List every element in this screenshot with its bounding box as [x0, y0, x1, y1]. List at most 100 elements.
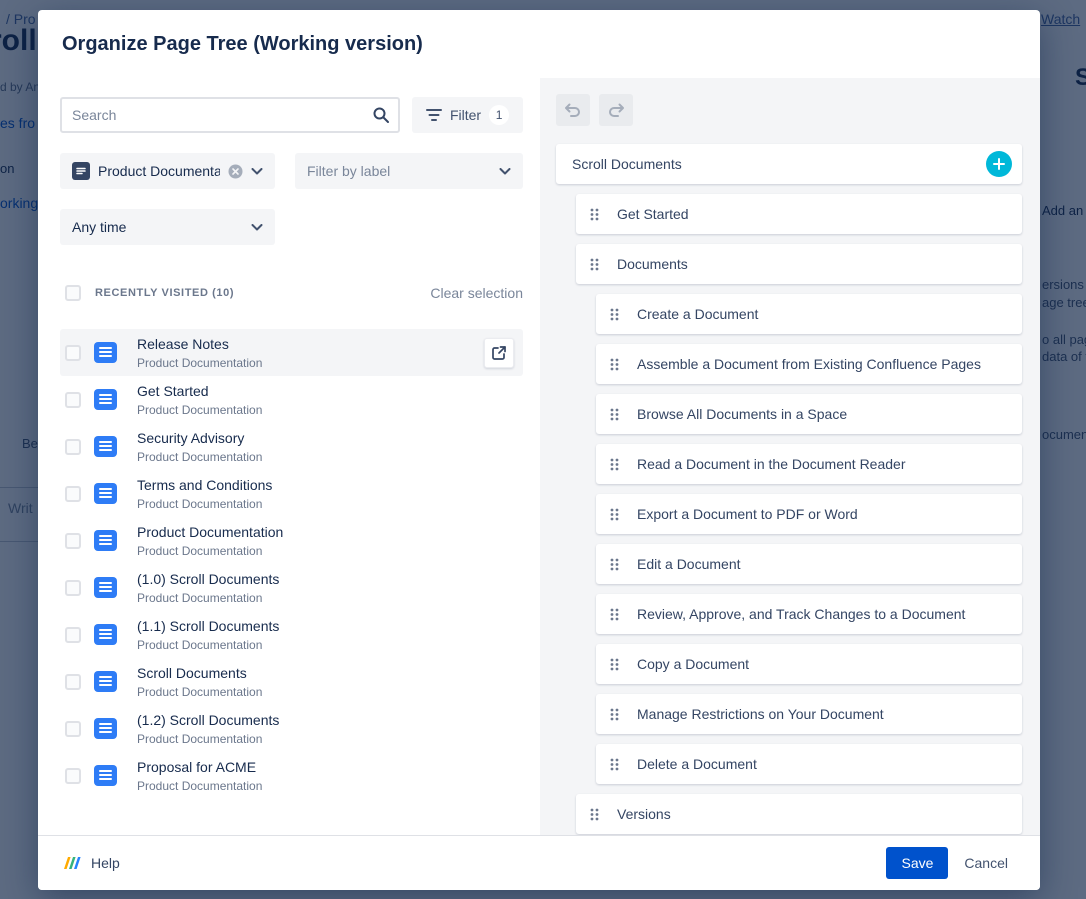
- document-icon: [94, 436, 117, 457]
- list-item[interactable]: Scroll Documents Product Documentation: [60, 658, 523, 705]
- page-title: (1.0) Scroll Documents: [137, 571, 514, 588]
- row-checkbox[interactable]: [65, 439, 81, 455]
- list-header: RECENTLY VISITED (10) Clear selection: [60, 285, 523, 301]
- clear-space-filter-icon[interactable]: [228, 164, 243, 179]
- tree-node[interactable]: Copy a Document: [596, 644, 1022, 684]
- page-tree-panel: Scroll Documents Get Started Documents C…: [540, 78, 1040, 835]
- undo-icon: [564, 102, 582, 118]
- list-item[interactable]: Get Started Product Documentation: [60, 376, 523, 423]
- page-space-name: Product Documentation: [137, 591, 514, 605]
- page-space-name: Product Documentation: [137, 732, 514, 746]
- tree-node-label: Copy a Document: [637, 656, 749, 672]
- row-checkbox[interactable]: [65, 533, 81, 549]
- tree-node[interactable]: Review, Approve, and Track Changes to a …: [596, 594, 1022, 634]
- recently-visited-list: Release Notes Product Documentation Get …: [60, 329, 523, 799]
- row-checkbox[interactable]: [65, 486, 81, 502]
- tree-node[interactable]: Delete a Document: [596, 744, 1022, 784]
- page-title: (1.2) Scroll Documents: [137, 712, 514, 729]
- list-item[interactable]: Proposal for ACME Product Documentation: [60, 752, 523, 799]
- search-box: [60, 97, 400, 133]
- document-icon: [94, 530, 117, 551]
- row-checkbox[interactable]: [65, 627, 81, 643]
- tree-node[interactable]: Create a Document: [596, 294, 1022, 334]
- section-header-label: RECENTLY VISITED (10): [95, 287, 416, 299]
- drag-handle-icon[interactable]: [610, 758, 619, 771]
- list-item[interactable]: (1.1) Scroll Documents Product Documenta…: [60, 611, 523, 658]
- drag-handle-icon[interactable]: [610, 608, 619, 621]
- list-item[interactable]: Release Notes Product Documentation: [60, 329, 523, 376]
- list-item[interactable]: (1.2) Scroll Documents Product Documenta…: [60, 705, 523, 752]
- tree-node-label: Assemble a Document from Existing Conflu…: [637, 356, 981, 372]
- document-icon: [94, 718, 117, 739]
- drag-handle-icon[interactable]: [610, 708, 619, 721]
- tree-node[interactable]: Browse All Documents in a Space: [596, 394, 1022, 434]
- tree-node-label: Get Started: [617, 206, 689, 222]
- row-checkbox[interactable]: [65, 721, 81, 737]
- chevron-down-icon: [251, 224, 263, 231]
- tree-node[interactable]: Documents: [576, 244, 1022, 284]
- tree-node-label: Documents: [617, 256, 688, 272]
- search-input[interactable]: [60, 97, 400, 133]
- row-checkbox[interactable]: [65, 768, 81, 784]
- tree-node[interactable]: Export a Document to PDF or Word: [596, 494, 1022, 534]
- redo-button[interactable]: [599, 94, 633, 126]
- add-page-button[interactable]: [986, 151, 1012, 177]
- tree-node[interactable]: Get Started: [576, 194, 1022, 234]
- document-icon: [94, 624, 117, 645]
- page-space-name: Product Documentation: [137, 779, 514, 793]
- tree-node[interactable]: Manage Restrictions on Your Document: [596, 694, 1022, 734]
- label-filter-dropdown[interactable]: Filter by label: [295, 153, 523, 189]
- open-page-button[interactable]: [484, 338, 514, 368]
- page-title: Get Started: [137, 383, 514, 400]
- cancel-button[interactable]: Cancel: [956, 855, 1016, 871]
- drag-handle-icon[interactable]: [590, 258, 599, 271]
- drag-handle-icon[interactable]: [610, 408, 619, 421]
- dialog-footer: Help Save Cancel: [38, 835, 1040, 890]
- drag-handle-icon[interactable]: [610, 308, 619, 321]
- tree-root-row[interactable]: Scroll Documents: [556, 144, 1022, 184]
- drag-handle-icon[interactable]: [590, 208, 599, 221]
- drag-handle-icon[interactable]: [610, 458, 619, 471]
- time-filter-value: Any time: [72, 219, 243, 235]
- save-button[interactable]: Save: [886, 847, 948, 879]
- row-checkbox[interactable]: [65, 392, 81, 408]
- list-item[interactable]: Terms and Conditions Product Documentati…: [60, 470, 523, 517]
- tree-node[interactable]: Edit a Document: [596, 544, 1022, 584]
- list-item[interactable]: Security Advisory Product Documentation: [60, 423, 523, 470]
- drag-handle-icon[interactable]: [610, 658, 619, 671]
- row-checkbox[interactable]: [65, 345, 81, 361]
- row-checkbox[interactable]: [65, 580, 81, 596]
- drag-handle-icon[interactable]: [610, 558, 619, 571]
- select-all-checkbox[interactable]: [65, 285, 81, 301]
- filter-button[interactable]: Filter 1: [412, 97, 523, 133]
- page-space-name: Product Documentation: [137, 403, 514, 417]
- tree-root-label: Scroll Documents: [572, 156, 986, 172]
- page-title: Scroll Documents: [137, 665, 514, 682]
- time-filter-dropdown[interactable]: Any time: [60, 209, 275, 245]
- page-title: Product Documentation: [137, 524, 514, 541]
- list-item[interactable]: Product Documentation Product Documentat…: [60, 517, 523, 564]
- page-title: Release Notes: [137, 336, 484, 353]
- filter-icon: [426, 108, 442, 122]
- tree-node-label: Browse All Documents in a Space: [637, 406, 847, 422]
- tree-node-label: Manage Restrictions on Your Document: [637, 706, 884, 722]
- drag-handle-icon[interactable]: [610, 358, 619, 371]
- undo-button[interactable]: [556, 94, 590, 126]
- clear-selection-link[interactable]: Clear selection: [430, 285, 523, 301]
- tree-node-list: Get Started Documents Create a Document …: [556, 194, 1022, 834]
- space-filter-dropdown[interactable]: Product Documentat: [60, 153, 275, 189]
- tree-node-label: Create a Document: [637, 306, 758, 322]
- help-link[interactable]: Help: [91, 855, 120, 871]
- dialog-header: Organize Page Tree (Working version): [38, 10, 1040, 78]
- page-space-name: Product Documentation: [137, 685, 514, 699]
- tree-node[interactable]: Versions: [576, 794, 1022, 834]
- tree-node[interactable]: Read a Document in the Document Reader: [596, 444, 1022, 484]
- row-checkbox[interactable]: [65, 674, 81, 690]
- page-space-name: Product Documentation: [137, 497, 514, 511]
- tree-node[interactable]: Assemble a Document from Existing Conflu…: [596, 344, 1022, 384]
- drag-handle-icon[interactable]: [590, 808, 599, 821]
- tree-node-label: Export a Document to PDF or Word: [637, 506, 858, 522]
- list-item[interactable]: (1.0) Scroll Documents Product Documenta…: [60, 564, 523, 611]
- page-title: (1.1) Scroll Documents: [137, 618, 514, 635]
- drag-handle-icon[interactable]: [610, 508, 619, 521]
